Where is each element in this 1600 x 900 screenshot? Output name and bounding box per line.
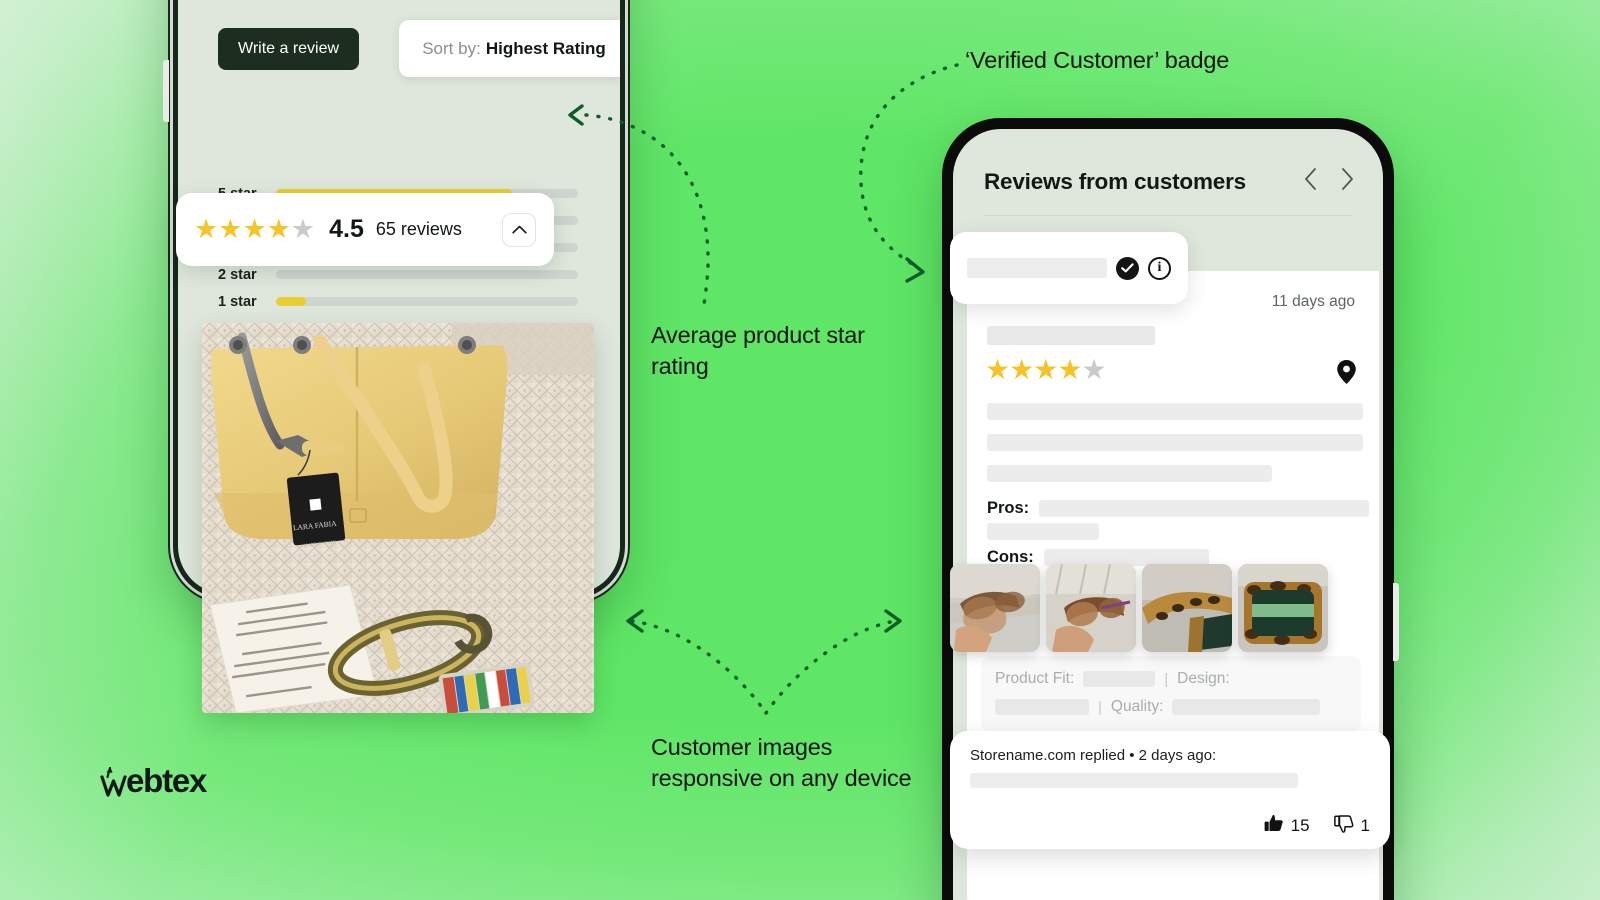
attribute-value-placeholder — [1083, 671, 1156, 687]
histogram-row[interactable]: 1 star — [218, 288, 578, 315]
attribute-label-design: Design: — [1177, 670, 1230, 687]
volume-button[interactable] — [163, 60, 169, 122]
verified-check-icon[interactable] — [1116, 256, 1139, 280]
verified-customer-badge-card[interactable]: i — [950, 232, 1188, 304]
star-filled-icon: ★ — [1009, 354, 1034, 385]
store-reply-text-placeholder — [970, 773, 1298, 788]
star-filled-icon: ★ — [266, 214, 291, 244]
average-rating-score: 4.5 — [329, 215, 364, 243]
star-filled-icon: ★ — [194, 214, 218, 244]
arrow-average-rating — [568, 104, 710, 306]
review-stars: ★★★★★ — [985, 354, 1107, 385]
star-empty-icon: ★ — [290, 214, 315, 244]
attribute-separator: | — [1098, 698, 1102, 716]
pros-value-placeholder-2 — [987, 523, 1099, 540]
reviewer-name-placeholder — [967, 258, 1107, 278]
chevron-up-icon[interactable] — [502, 212, 536, 247]
histogram-track — [276, 270, 578, 279]
thumbnail-image[interactable] — [1238, 564, 1328, 652]
attribute-label-quality: Quality: — [1110, 698, 1164, 715]
review-attributes: Product Fit: | Design: | Quality: — [981, 656, 1361, 732]
arrow-verified-badge — [859, 63, 959, 283]
sort-by-label: Sort by: — [422, 38, 481, 58]
attribute-separator: | — [1164, 670, 1169, 688]
customer-product-photo[interactable]: LARA FABIA MADE IN ITALY — [202, 323, 594, 713]
info-icon[interactable]: i — [1148, 256, 1171, 280]
thumbnail-image[interactable] — [1046, 564, 1136, 652]
pros-value-placeholder — [1039, 500, 1370, 517]
sort-by-select[interactable]: Sort by: Highest Rating — [399, 20, 620, 77]
pros-label: Pros: — [987, 499, 1030, 517]
header-divider — [984, 215, 1353, 216]
review-text-line — [987, 465, 1272, 482]
annotation-average-rating: Average product star rating — [651, 322, 865, 380]
thumbnail-image[interactable] — [1142, 564, 1232, 652]
logo-text: ebtex — [126, 762, 207, 799]
histogram-track — [276, 297, 578, 306]
annotation-customer-images: Customer images responsive on any device — [651, 734, 912, 792]
star-filled-icon: ★ — [1057, 354, 1082, 385]
star-filled-icon: ★ — [985, 354, 1010, 385]
average-rating-stars: ★ ★ ★ ★ ★ — [194, 214, 315, 244]
review-text-line — [987, 403, 1363, 420]
review-text-line — [987, 434, 1363, 451]
thumbs-down-icon[interactable] — [1333, 814, 1354, 838]
sort-by-value: Highest Rating — [485, 38, 606, 58]
reviews-count: 65 reviews — [375, 219, 462, 239]
pros-row: Pros: — [987, 499, 1370, 518]
star-filled-icon: ★ — [242, 214, 266, 244]
page-title: Reviews from customers — [984, 168, 1246, 194]
attribute-value-placeholder — [995, 699, 1089, 715]
average-rating-card[interactable]: ★ ★ ★ ★ ★ 4.5 65 reviews — [176, 193, 554, 266]
star-empty-icon: ★ — [1081, 354, 1106, 385]
webtex-logo: ebtex — [99, 762, 207, 800]
customer-image-thumbnails — [950, 564, 1328, 652]
star-filled-icon: ★ — [1033, 354, 1058, 385]
power-button[interactable] — [1393, 583, 1399, 661]
thumbnail-image[interactable] — [950, 564, 1040, 652]
arrow-customer-images — [626, 609, 902, 715]
reviews-header: Reviews from customers — [984, 167, 1355, 196]
write-review-button[interactable]: Write a review — [218, 28, 360, 70]
reviewer-name-placeholder — [987, 326, 1155, 345]
reviews-pager — [1303, 167, 1355, 196]
store-reply-heading: Storename.com replied • 2 days ago: — [970, 747, 1217, 764]
review-vote-actions: 15 1 — [1264, 814, 1370, 838]
review-date: 11 days ago — [1271, 293, 1355, 310]
store-reply-card: Storename.com replied • 2 days ago: 15 1 — [950, 731, 1390, 849]
dislikes-count: 1 — [1360, 816, 1370, 835]
attribute-value-placeholder — [1172, 699, 1321, 715]
attribute-label-product-fit: Product Fit: — [995, 670, 1075, 687]
logo-arrow-icon — [100, 766, 127, 797]
thumbs-up-icon[interactable] — [1264, 814, 1284, 838]
annotation-verified-badge: ‘Verified Customer’ badge — [965, 47, 1230, 73]
histogram-fill — [276, 297, 307, 306]
histogram-row-label: 2 star — [218, 266, 257, 283]
likes-count: 15 — [1290, 816, 1310, 835]
histogram-row-label: 1 star — [218, 293, 257, 310]
chevron-right-icon[interactable] — [1340, 167, 1355, 196]
chevron-left-icon[interactable] — [1303, 167, 1318, 196]
star-filled-icon: ★ — [218, 214, 242, 244]
map-pin-icon — [1336, 359, 1357, 390]
